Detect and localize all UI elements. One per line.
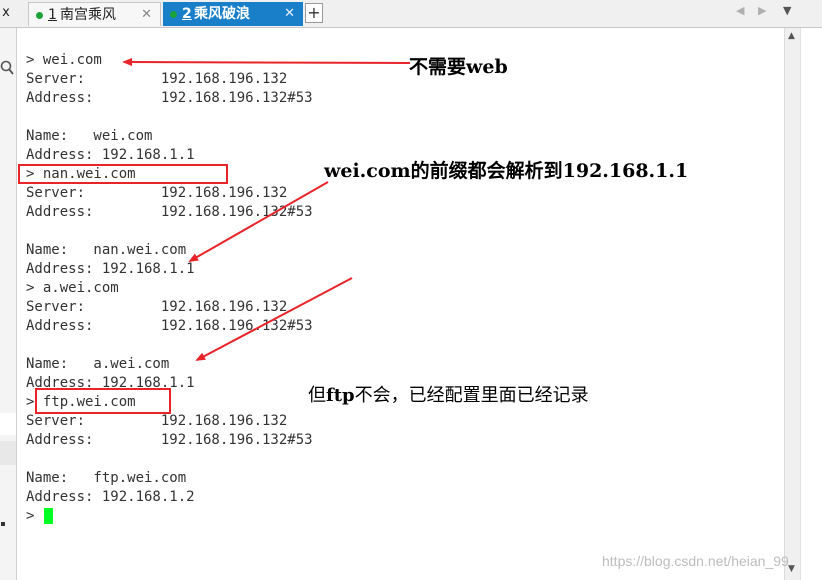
annotation-ftp-bold: ftp	[326, 385, 355, 406]
terminal-line: Address: 192.168.1.1	[26, 147, 195, 163]
terminal-line: Name: nan.wei.com	[26, 242, 187, 258]
highlight-box-ftp	[35, 388, 171, 414]
tab-bar: x 1 南宫乘风 ✕ 2 乘风破浪 ✕ + ◀ ▶ ▼	[0, 0, 822, 28]
terminal-line: Name: wei.com	[26, 128, 153, 144]
annotation-ftp-prefix: 但	[308, 385, 326, 406]
terminal-line: Address: 192.168.1.1	[26, 261, 195, 277]
tab-label: 南宫乘风	[60, 7, 116, 23]
terminal-prompt: >	[26, 508, 35, 524]
terminal-line: Address: 192.168.196.132#53	[26, 432, 313, 448]
add-tab-button[interactable]: +	[305, 3, 323, 23]
scroll-tabs-right-icon[interactable]: ▶	[758, 4, 766, 17]
close-session-icon[interactable]: x	[0, 3, 12, 23]
window-edge	[800, 28, 822, 580]
terminal-line: Address: 192.168.1.2	[26, 489, 195, 505]
terminal-cursor	[44, 508, 53, 524]
terminal-line: Address: 192.168.196.132#53	[26, 204, 313, 220]
tab-label: 乘风破浪	[194, 6, 250, 22]
terminal-line: > a.wei.com	[26, 280, 119, 296]
terminal-line: Server: 192.168.196.132	[26, 299, 288, 315]
tab-session-1[interactable]: 1 南宫乘风 ✕	[28, 2, 161, 26]
scroll-up-icon[interactable]: ▲	[788, 31, 795, 41]
sidebar-item[interactable]	[0, 441, 16, 465]
connected-status-dot	[36, 12, 43, 19]
connected-status-dot	[170, 11, 177, 18]
annotation-no-web: 不需要web	[409, 56, 508, 78]
terminal-line: Address: 192.168.196.132#53	[26, 318, 313, 334]
terminal-line: Server: 192.168.196.132	[26, 71, 288, 87]
scroll-tabs-left-icon[interactable]: ◀	[736, 4, 744, 17]
sidebar-item[interactable]	[0, 413, 16, 435]
tab-number: 1	[48, 7, 57, 23]
highlight-box-nan	[18, 164, 228, 184]
annotation-ftp-note: 但ftp不会，已经配置里面已经记录	[308, 381, 589, 407]
terminal-line: Address: 192.168.196.132#53	[26, 90, 313, 106]
sidebar-marker	[1, 522, 5, 526]
terminal-line: Server: 192.168.196.132	[26, 413, 288, 429]
watermark: https://blog.csdn.net/heian_99	[602, 553, 789, 569]
tab-close-icon[interactable]: ✕	[284, 2, 295, 26]
tab-number: 2	[182, 6, 192, 22]
scroll-down-icon[interactable]: ▼	[788, 564, 795, 574]
tab-list-menu-icon[interactable]: ▼	[783, 4, 791, 17]
terminal-line: Name: ftp.wei.com	[26, 470, 187, 486]
vertical-scrollbar[interactable]: ▲ ▼	[784, 28, 801, 580]
terminal-line: Name: a.wei.com	[26, 356, 170, 372]
terminal-output[interactable]: > wei.com Server: 192.168.196.132 Addres…	[18, 28, 784, 580]
terminal-line: > wei.com	[26, 52, 102, 68]
session-sidebar	[0, 28, 17, 580]
tab-close-icon[interactable]: ✕	[141, 3, 152, 27]
search-icon[interactable]	[0, 60, 14, 80]
annotation-prefix-resolve: wei.com的前缀都会解析到192.168.1.1	[324, 160, 689, 182]
terminal-line: Server: 192.168.196.132	[26, 185, 288, 201]
annotation-ftp-suffix: 不会，已经配置里面已经记录	[354, 385, 589, 406]
tab-session-2[interactable]: 2 乘风破浪 ✕	[163, 2, 303, 26]
